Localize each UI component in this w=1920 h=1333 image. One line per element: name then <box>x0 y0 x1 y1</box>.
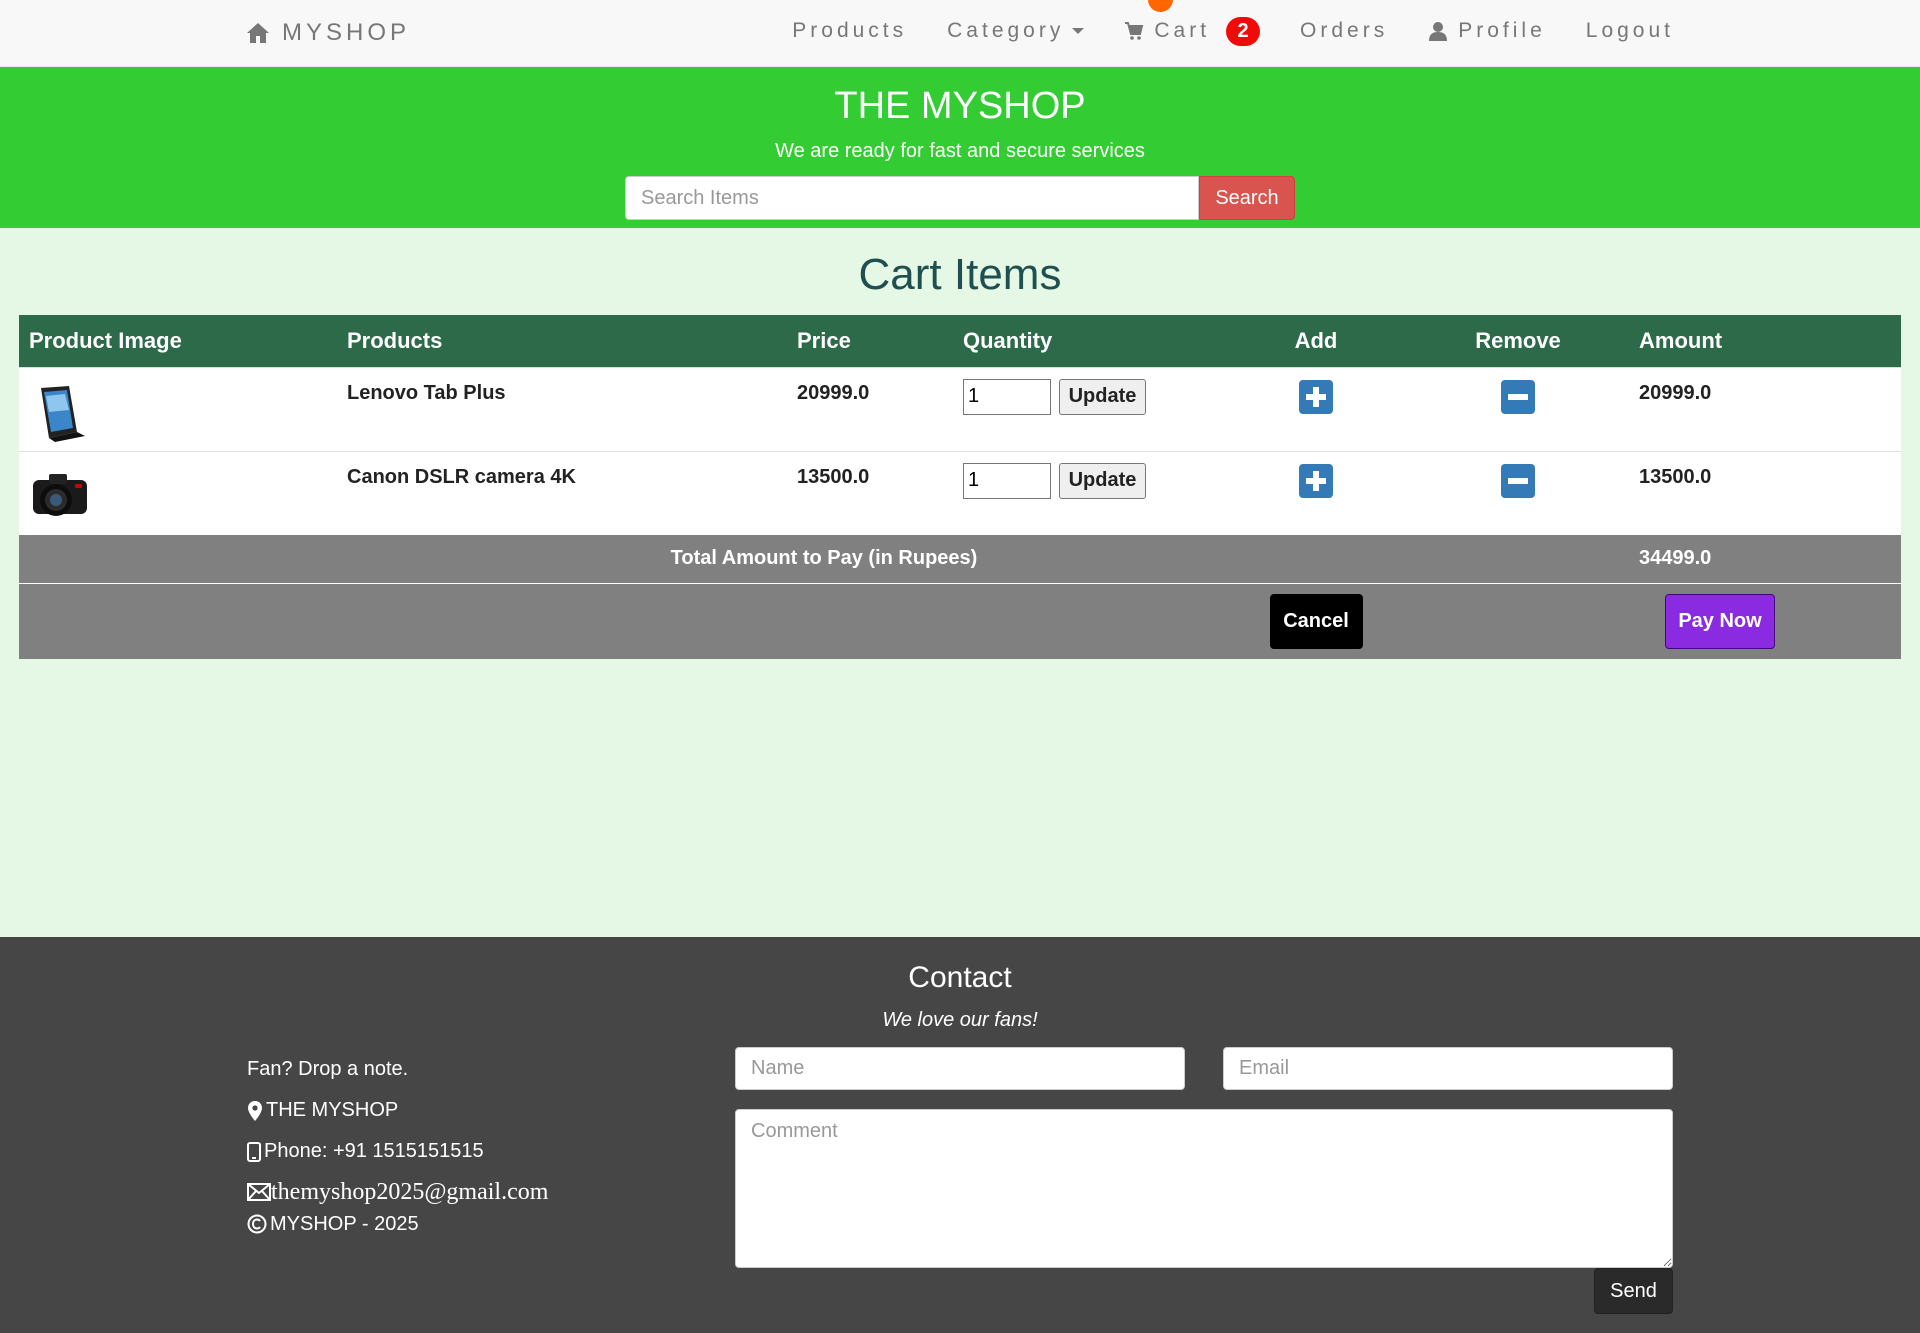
add-cell <box>1225 366 1407 451</box>
product-price: 20999.0 <box>787 366 953 451</box>
product-image-cell <box>19 366 337 451</box>
quantity-input[interactable] <box>963 378 1051 415</box>
shop-name: THE MYSHOP <box>266 1099 399 1121</box>
add-cell <box>1225 450 1407 535</box>
quantity-cell: Update <box>953 450 1225 535</box>
user-icon <box>1429 22 1448 41</box>
nav-logout[interactable]: Logout <box>1586 19 1674 43</box>
copyright-line: MYSHOP - 2025 <box>247 1212 548 1236</box>
shop-subtitle: We are ready for fast and secure service… <box>775 140 1145 162</box>
comment-input[interactable] <box>735 1109 1673 1268</box>
send-button[interactable]: Send <box>1594 1268 1673 1314</box>
update-button[interactable]: Update <box>1058 378 1147 415</box>
phone-line: Phone: +91 1515151515 <box>247 1131 548 1172</box>
jumbotron: THE MYSHOP We are ready for fast and sec… <box>0 67 1920 228</box>
brand-label: MYSHOP <box>282 19 411 46</box>
table-header-row: Product Image Products Price Quantity Ad… <box>19 315 1901 367</box>
contact-info: Fan? Drop a note. THE MYSHOP Phone: +91 … <box>247 1049 548 1236</box>
col-header-price: Price <box>787 315 953 367</box>
col-header-remove: Remove <box>1407 315 1629 367</box>
envelope-icon <box>247 1183 271 1201</box>
product-image-cell <box>19 450 337 535</box>
plus-icon[interactable] <box>1299 379 1333 414</box>
nav-logout-label: Logout <box>1585 19 1674 42</box>
contact-title: Contact <box>908 961 1012 994</box>
phone-icon <box>247 1141 261 1162</box>
product-amount: 20999.0 <box>1629 366 1901 451</box>
nav-category-label: Category <box>947 19 1065 42</box>
nav-menu: Products Category Cart 2 Orders Profile … <box>752 0 1674 62</box>
nav-products[interactable]: Products <box>792 19 907 43</box>
minus-icon[interactable] <box>1501 463 1535 498</box>
tablet-image <box>41 385 85 442</box>
remove-cell <box>1407 366 1629 451</box>
nav-profile[interactable]: Profile <box>1428 19 1546 43</box>
map-marker-icon <box>248 1100 262 1121</box>
nav-category-dropdown[interactable]: Category <box>947 19 1085 43</box>
total-value: 34499.0 <box>1629 535 1901 583</box>
nav-products-label: Products <box>792 19 908 42</box>
nav-orders-label: Orders <box>1300 19 1389 42</box>
product-price: 13500.0 <box>787 450 953 535</box>
name-input[interactable] <box>735 1047 1185 1090</box>
home-icon <box>247 23 269 43</box>
actions-row: Cancel Pay Now <box>19 582 1901 659</box>
copyright-text: MYSHOP - 2025 <box>270 1212 419 1235</box>
email-line: themyshop2025@gmail.com <box>247 1172 548 1212</box>
nav-cart[interactable]: Cart 2 <box>1124 0 1261 46</box>
col-header-quantity: Quantity <box>953 315 1225 367</box>
pay-cell: Pay Now <box>1629 582 1901 659</box>
col-header-image: Product Image <box>19 315 337 367</box>
copyright-icon <box>247 1214 267 1234</box>
phone-text: Phone: +91 1515151515 <box>264 1140 484 1162</box>
product-name: Canon DSLR camera 4K <box>337 450 787 535</box>
col-header-add: Add <box>1225 315 1407 367</box>
actions-gap <box>1407 582 1629 659</box>
cart-count-badge: 2 <box>1226 16 1261 46</box>
product-name: Lenovo Tab Plus <box>337 366 787 451</box>
cancel-button[interactable]: Cancel <box>1269 593 1363 649</box>
search-input[interactable] <box>625 176 1199 220</box>
plus-icon[interactable] <box>1299 463 1333 498</box>
actions-spacer <box>19 582 1225 659</box>
nav-cart-label: Cart <box>1154 19 1211 42</box>
email-input[interactable] <box>1223 1047 1673 1090</box>
address-line: THE MYSHOP <box>247 1090 548 1131</box>
nav-profile-label: Profile <box>1458 19 1546 42</box>
navbar: MYSHOP Products Category Cart 2 Orders P… <box>0 0 1920 67</box>
minus-icon[interactable] <box>1501 379 1535 414</box>
update-button[interactable]: Update <box>1058 462 1147 499</box>
notification-dot <box>1148 0 1174 12</box>
shop-title: THE MYSHOP <box>834 85 1086 127</box>
table-row: Lenovo Tab Plus 20999.0 Update 20999.0 <box>19 366 1901 451</box>
brand-link[interactable]: MYSHOP <box>246 17 410 49</box>
note-line: Fan? Drop a note. <box>247 1049 548 1090</box>
col-header-amount: Amount <box>1629 315 1901 367</box>
cart-title: Cart Items <box>858 250 1062 299</box>
remove-cell <box>1407 450 1629 535</box>
camera-image <box>33 473 87 516</box>
cart-table: Product Image Products Price Quantity Ad… <box>19 315 1901 659</box>
product-amount: 13500.0 <box>1629 450 1901 535</box>
fan-note: Fan? Drop a note. <box>247 1058 409 1080</box>
cancel-cell: Cancel <box>1225 582 1407 659</box>
quantity-cell: Update <box>953 366 1225 451</box>
search-form: Search <box>625 176 1295 220</box>
pay-now-button[interactable]: Pay Now <box>1665 593 1775 649</box>
email-text: themyshop2025@gmail.com <box>271 1178 549 1205</box>
total-row: Total Amount to Pay (in Rupees) 34499.0 <box>19 535 1901 583</box>
cart-icon <box>1125 22 1144 40</box>
table-row: Canon DSLR camera 4K 13500.0 Update 1350… <box>19 450 1901 535</box>
quantity-input[interactable] <box>963 462 1051 499</box>
col-header-products: Products <box>337 315 787 367</box>
contact-tagline: We love our fans! <box>882 1009 1038 1031</box>
total-label: Total Amount to Pay (in Rupees) <box>19 535 1629 583</box>
nav-orders[interactable]: Orders <box>1300 19 1388 43</box>
search-button[interactable]: Search <box>1199 176 1295 220</box>
caret-down-icon <box>1072 28 1085 34</box>
